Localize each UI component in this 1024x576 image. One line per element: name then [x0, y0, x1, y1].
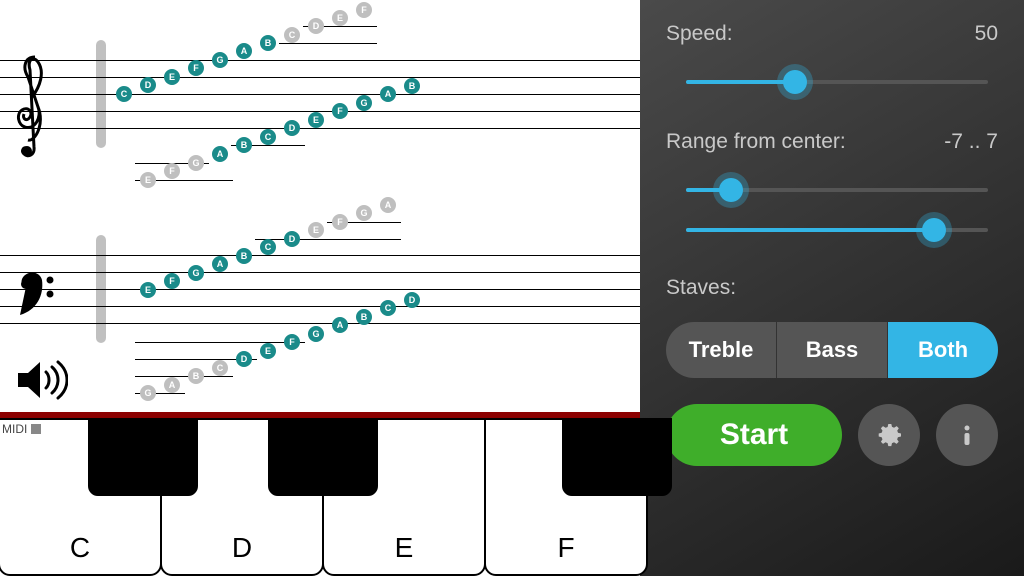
note-c: C — [284, 27, 300, 43]
note-f: F — [188, 60, 204, 76]
note-f: F — [356, 2, 372, 18]
note-e: E — [164, 69, 180, 85]
note-g: G — [140, 385, 156, 401]
note-c: C — [260, 129, 276, 145]
note-e: E — [332, 10, 348, 26]
note-f: F — [164, 273, 180, 289]
note-c: C — [380, 300, 396, 316]
gear-icon — [874, 420, 904, 450]
note-d: D — [140, 77, 156, 93]
piano-key-c-sharp[interactable] — [88, 418, 198, 496]
note-d: D — [308, 18, 324, 34]
note-c: C — [260, 239, 276, 255]
staves-option-treble[interactable]: Treble — [666, 322, 777, 378]
piano-keyboard[interactable]: C D E F — [0, 418, 640, 576]
note-b: B — [188, 368, 204, 384]
midi-indicator: MIDI — [2, 422, 41, 436]
speaker-icon[interactable] — [16, 360, 68, 400]
note-c: C — [212, 360, 228, 376]
note-e: E — [308, 222, 324, 238]
staves-option-both[interactable]: Both — [888, 322, 998, 378]
staves-option-bass[interactable]: Bass — [777, 322, 888, 378]
speed-slider[interactable] — [686, 62, 988, 102]
note-b: B — [236, 137, 252, 153]
note-f: F — [332, 214, 348, 230]
note-b: B — [260, 35, 276, 51]
note-g: G — [188, 155, 204, 171]
piano-key-d-sharp[interactable] — [268, 418, 378, 496]
settings-panel: Speed: 50 Range from center: -7 .. 7 Stave… — [640, 0, 1024, 576]
note-b: B — [236, 248, 252, 264]
note-a: A — [212, 146, 228, 162]
note-d: D — [284, 231, 300, 247]
staff-and-piano-panel: CDEFGABCDEFEFGABCDEFGABEFGABCDEFGAGABCDE… — [0, 0, 640, 576]
note-c: C — [116, 86, 132, 102]
note-a: A — [380, 86, 396, 102]
note-g: G — [356, 95, 372, 111]
note-g: G — [188, 265, 204, 281]
note-a: A — [332, 317, 348, 333]
speed-value: 50 — [975, 22, 998, 46]
staff-area: CDEFGABCDEFEFGABCDEFGABEFGABCDEFGAGABCDE… — [0, 0, 640, 412]
staves-selector[interactable]: Treble Bass Both — [666, 322, 998, 378]
note-f: F — [332, 103, 348, 119]
treble-clef-icon — [10, 52, 60, 162]
settings-button[interactable] — [858, 404, 920, 466]
note-a: A — [212, 256, 228, 272]
info-icon — [952, 420, 982, 450]
staves-label: Staves: — [666, 276, 736, 300]
note-d: D — [236, 351, 252, 367]
bass-clef-icon — [12, 270, 60, 325]
note-b: B — [356, 309, 372, 325]
note-e: E — [308, 112, 324, 128]
note-a: A — [380, 197, 396, 213]
note-g: G — [308, 326, 324, 342]
start-button[interactable]: Start — [666, 404, 842, 466]
piano-key-f-sharp[interactable] — [562, 418, 672, 496]
info-button[interactable] — [936, 404, 998, 466]
note-f: F — [164, 163, 180, 179]
note-a: A — [236, 43, 252, 59]
range-low-slider[interactable] — [686, 170, 988, 210]
note-g: G — [212, 52, 228, 68]
range-value: -7 .. 7 — [944, 130, 998, 154]
note-e: E — [140, 172, 156, 188]
note-e: E — [140, 282, 156, 298]
note-b: B — [404, 78, 420, 94]
note-d: D — [284, 120, 300, 136]
note-a: A — [164, 377, 180, 393]
note-d: D — [404, 292, 420, 308]
range-label: Range from center: — [666, 130, 846, 154]
note-f: F — [284, 334, 300, 350]
range-high-slider[interactable] — [686, 210, 988, 250]
note-g: G — [356, 205, 372, 221]
speed-label: Speed: — [666, 22, 733, 46]
note-e: E — [260, 343, 276, 359]
